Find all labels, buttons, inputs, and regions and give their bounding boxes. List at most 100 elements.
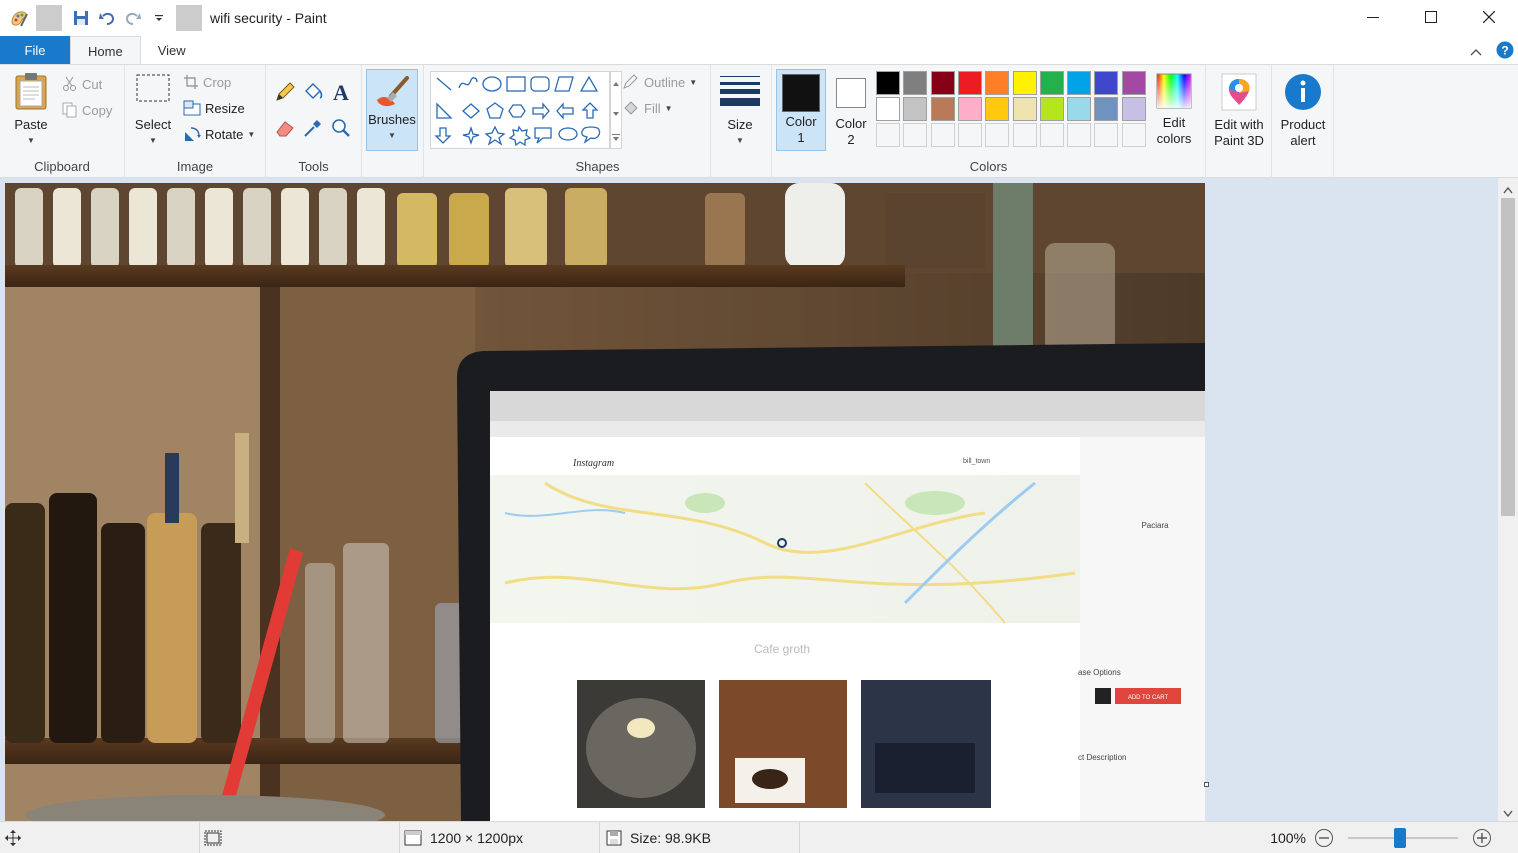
maximize-button[interactable] (1402, 0, 1460, 34)
color1-number: 1 (797, 130, 805, 145)
paint-app-icon[interactable] (6, 5, 32, 31)
palette-custom-slot[interactable] (876, 123, 900, 147)
canvas-resize-handle[interactable] (1204, 782, 1209, 787)
color2-button[interactable]: Color 2 (828, 69, 874, 151)
cut-button[interactable]: Cut (62, 73, 102, 95)
palette-swatch[interactable] (1039, 71, 1064, 95)
redo-icon[interactable] (120, 5, 146, 31)
edit-colors-button[interactable]: Edit colors (1148, 73, 1200, 153)
palette-swatch[interactable] (985, 71, 1010, 95)
color1-swatch (782, 74, 820, 112)
select-button[interactable]: Select ▼ (131, 73, 175, 153)
palette-swatch[interactable] (1012, 97, 1037, 121)
color1-button[interactable]: Color 1 (776, 69, 826, 151)
palette-swatch[interactable] (985, 97, 1010, 121)
customize-toolbar-icon[interactable] (146, 5, 172, 31)
palette-custom-slot[interactable] (1094, 123, 1119, 147)
colors-group-label: Colors (969, 159, 1008, 174)
copy-label: Copy (82, 102, 113, 118)
tab-home[interactable]: Home (70, 36, 141, 65)
paste-label: Paste (14, 117, 48, 132)
image-canvas[interactable]: Instagram bill_town Cafe groth Paciara A… (5, 183, 1205, 821)
toolbar-separator (176, 5, 202, 31)
palette-swatch[interactable] (1094, 97, 1119, 121)
palette-swatch[interactable] (930, 71, 955, 95)
chevron-down-icon: ▼ (388, 131, 396, 140)
fill-bucket-icon[interactable] (302, 81, 324, 103)
color1-label: Color (785, 114, 817, 129)
edit-colors-label-1: Edit (1162, 115, 1186, 130)
palette-custom-slot[interactable] (957, 123, 982, 147)
edit-with-paint3d-button[interactable]: Edit with Paint 3D (1210, 73, 1268, 153)
save-icon[interactable] (68, 5, 94, 31)
text-tool-icon[interactable]: A (330, 81, 352, 103)
palette-custom-slot[interactable] (930, 123, 955, 147)
palette-swatch[interactable] (876, 71, 900, 95)
selection-rectangle-icon (135, 73, 171, 103)
zoom-slider-thumb[interactable] (1394, 828, 1406, 848)
palette-swatch[interactable] (1121, 71, 1146, 95)
paste-button[interactable]: Paste ▼ (6, 71, 56, 151)
copy-button[interactable]: Copy (62, 99, 112, 121)
pencil-icon[interactable] (274, 81, 296, 103)
crop-button[interactable]: Crop (183, 71, 231, 93)
help-icon[interactable]: ? (1496, 41, 1514, 62)
photo-image: Instagram bill_town Cafe groth Paciara A… (5, 183, 1205, 821)
outline-button[interactable]: Outline ▼ (622, 71, 697, 93)
palette-swatch[interactable] (930, 97, 955, 121)
zoom-in-icon[interactable] (1472, 828, 1492, 848)
undo-icon[interactable] (94, 5, 120, 31)
tab-view[interactable]: View (141, 36, 203, 65)
palette-custom-slot[interactable] (1039, 123, 1064, 147)
palette-swatch[interactable] (1121, 97, 1146, 121)
resize-label: Resize (205, 100, 245, 116)
palette-swatch[interactable] (1094, 71, 1119, 95)
shapes-scrollbar[interactable] (610, 71, 622, 149)
palette-custom-slot[interactable] (1012, 123, 1037, 147)
palette-swatch[interactable] (876, 97, 900, 121)
vertical-scrollbar[interactable] (1498, 178, 1518, 821)
zoom-out-icon[interactable] (1314, 828, 1334, 848)
scroll-down-icon[interactable] (1503, 806, 1513, 821)
palette-custom-slot[interactable] (903, 123, 928, 147)
brushes-label: Brushes (368, 112, 416, 127)
color-picker-icon[interactable] (302, 117, 324, 139)
palette-swatch[interactable] (1067, 97, 1092, 121)
palette-swatch[interactable] (957, 71, 982, 95)
tab-file[interactable]: File (0, 36, 70, 65)
copy-icon (62, 102, 78, 118)
minimize-button[interactable] (1344, 0, 1402, 34)
magnifier-icon[interactable] (330, 117, 352, 139)
size-button[interactable]: Size ▼ (717, 73, 763, 153)
brushes-button[interactable]: Brushes ▼ (366, 69, 418, 151)
resize-button[interactable]: Resize (183, 97, 245, 119)
product-alert-button[interactable]: Product alert (1274, 73, 1332, 153)
collapse-ribbon-icon[interactable] (1470, 44, 1482, 59)
palette-swatch[interactable] (957, 97, 982, 121)
paintbrush-icon (373, 74, 411, 110)
scroll-up-icon[interactable] (1503, 182, 1513, 197)
palette-custom-slot[interactable] (1121, 123, 1146, 147)
disk-icon (606, 830, 622, 846)
paint3d-label-2: Paint 3D (1214, 133, 1264, 148)
product-alert-label-2: alert (1290, 133, 1316, 148)
chevron-down-icon: ▼ (736, 136, 744, 145)
palette-swatch[interactable] (1012, 71, 1037, 95)
scissors-icon (62, 76, 78, 92)
palette-swatch[interactable] (903, 97, 928, 121)
palette-custom-slot[interactable] (985, 123, 1010, 147)
eraser-icon[interactable] (274, 117, 296, 139)
palette-swatch[interactable] (1039, 97, 1064, 121)
zoom-slider[interactable] (1348, 828, 1458, 848)
rotate-button[interactable]: Rotate ▼ (183, 123, 255, 145)
color2-label: Color (835, 116, 867, 131)
palette-swatch[interactable] (903, 71, 928, 95)
fill-button[interactable]: Fill ▼ (622, 97, 673, 119)
palette-swatch[interactable] (1067, 71, 1092, 95)
palette-custom-slot[interactable] (1067, 123, 1092, 147)
edit-colors-label-2: colors (1156, 131, 1192, 146)
status-bar: 1200 × 1200px Size: 98.9KB 100% (0, 821, 1518, 853)
close-button[interactable] (1460, 0, 1518, 34)
scrollbar-thumb[interactable] (1501, 198, 1515, 516)
tools-group-label: Tools (298, 159, 329, 174)
